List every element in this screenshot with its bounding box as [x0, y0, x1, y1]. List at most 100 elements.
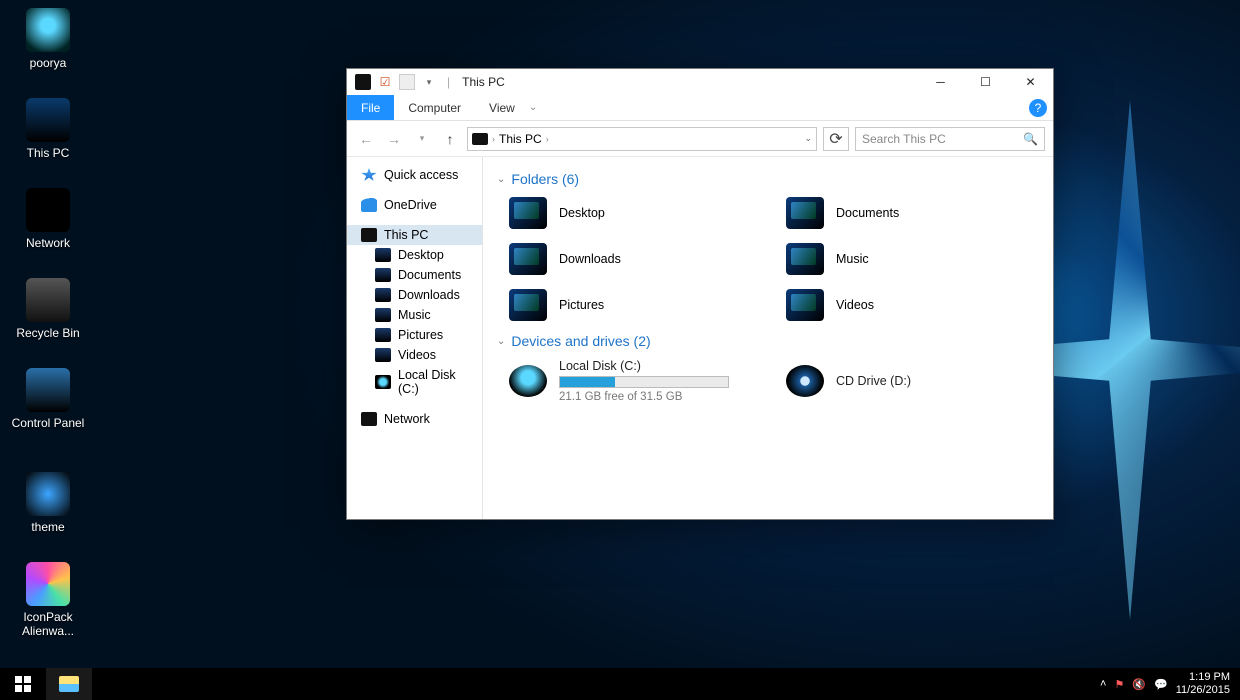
desktop-icon-label: This PC — [8, 146, 88, 160]
sidebar-item-quickaccess[interactable]: Quick access — [347, 165, 482, 185]
windows-icon — [15, 676, 31, 692]
qat-dropdown-icon[interactable]: ▾ — [421, 74, 437, 90]
back-button[interactable]: ← — [355, 128, 377, 150]
content-pane: ⌄ Folders (6) Desktop Documents Download… — [483, 157, 1053, 519]
desktop: poorya This PC Network Recycle Bin Contr… — [0, 0, 1240, 700]
sidebar-item-localdisk[interactable]: Local Disk (C:) — [347, 365, 482, 399]
cloud-icon — [361, 198, 377, 212]
minimize-button[interactable]: ─ — [918, 69, 963, 95]
pc-icon — [26, 98, 70, 142]
iconpack-icon — [26, 562, 70, 606]
cd-icon — [786, 365, 824, 397]
ribbon-expand-icon[interactable]: ⌄ — [529, 102, 537, 113]
drive-item-localdisk[interactable]: Local Disk (C:) 21.1 GB free of 31.5 GB — [505, 355, 762, 407]
search-placeholder: Search This PC — [862, 132, 946, 146]
tab-computer[interactable]: Computer — [394, 95, 475, 120]
network-icon — [361, 412, 377, 426]
search-icon: 🔍 — [1023, 132, 1038, 146]
sidebar-item-thispc[interactable]: This PC — [347, 225, 482, 245]
folder-icon — [375, 348, 391, 362]
newfolder-qat-icon[interactable] — [399, 74, 415, 90]
sidebar-item-pictures[interactable]: Pictures — [347, 325, 482, 345]
desktop-icon-iconpack[interactable]: IconPack Alienwa... — [8, 562, 88, 638]
folder-item-documents[interactable]: Documents — [782, 193, 1039, 233]
refresh-button[interactable]: ⟳ — [823, 127, 849, 151]
sidebar-item-onedrive[interactable]: OneDrive — [347, 195, 482, 215]
chevron-right-icon[interactable]: › — [492, 134, 495, 144]
sidebar-item-documents[interactable]: Documents — [347, 265, 482, 285]
sidebar-item-videos[interactable]: Videos — [347, 345, 482, 365]
tray-security-icon[interactable]: ⚑ — [1114, 678, 1124, 691]
titlebar[interactable]: ☑ ▾ | This PC ─ ☐ ✕ — [347, 69, 1053, 95]
section-header-folders[interactable]: ⌄ Folders (6) — [497, 171, 1039, 187]
desktop-icon-label: Network — [8, 236, 88, 250]
taskbar: ˄ ⚑ 🔇 💬 1:19 PM 11/26/2015 — [0, 668, 1240, 700]
folder-item-desktop[interactable]: Desktop — [505, 193, 762, 233]
nav-toolbar: ← → ▾ ↑ › This PC › ⌄ ⟳ Search This PC 🔍 — [347, 121, 1053, 157]
folder-icon — [375, 288, 391, 302]
sidebar-item-desktop[interactable]: Desktop — [347, 245, 482, 265]
tab-view[interactable]: View — [475, 95, 529, 120]
fileexplorer-icon — [59, 676, 79, 692]
folder-icon — [509, 197, 547, 229]
sidebar-item-downloads[interactable]: Downloads — [347, 285, 482, 305]
sidebar-item-music[interactable]: Music — [347, 305, 482, 325]
folder-icon — [786, 289, 824, 321]
up-button[interactable]: ↑ — [439, 128, 461, 150]
desktop-icon-label: theme — [8, 520, 88, 534]
controlpanel-icon — [26, 368, 70, 412]
folder-icon — [375, 308, 391, 322]
app-icon — [355, 74, 371, 90]
help-button[interactable]: ? — [1029, 99, 1047, 117]
breadcrumb-thispc[interactable]: This PC — [499, 132, 542, 146]
sidebar-item-network[interactable]: Network — [347, 409, 482, 429]
folder-icon — [786, 197, 824, 229]
history-dropdown[interactable]: ▾ — [411, 128, 433, 150]
folder-item-music[interactable]: Music — [782, 239, 1039, 279]
address-dropdown-icon[interactable]: ⌄ — [804, 133, 812, 144]
tray-overflow-icon[interactable]: ˄ — [1100, 678, 1106, 690]
tray-notifications-icon[interactable]: 💬 — [1154, 678, 1168, 691]
drive-free-text: 21.1 GB free of 31.5 GB — [559, 391, 729, 403]
storage-bar — [559, 376, 729, 388]
folder-item-downloads[interactable]: Downloads — [505, 239, 762, 279]
search-box[interactable]: Search This PC 🔍 — [855, 127, 1045, 151]
folder-item-videos[interactable]: Videos — [782, 285, 1039, 325]
section-header-drives[interactable]: ⌄ Devices and drives (2) — [497, 333, 1039, 349]
desktop-icon-label: IconPack Alienwa... — [8, 610, 88, 638]
pc-icon — [361, 228, 377, 242]
tray-volume-icon[interactable]: 🔇 — [1132, 678, 1146, 691]
folder-icon — [375, 328, 391, 342]
drive-name: Local Disk (C:) — [559, 359, 729, 373]
desktop-icon-label: Control Panel — [8, 416, 88, 430]
chevron-right-icon[interactable]: › — [546, 134, 549, 144]
maximize-button[interactable]: ☐ — [963, 69, 1008, 95]
forward-button[interactable]: → — [383, 128, 405, 150]
star-icon — [361, 168, 377, 182]
folder-item-pictures[interactable]: Pictures — [505, 285, 762, 325]
system-tray: ˄ ⚑ 🔇 💬 1:19 PM 11/26/2015 — [1090, 671, 1240, 697]
desktop-icon-recyclebin[interactable]: Recycle Bin — [8, 278, 88, 340]
desktop-icon-controlpanel[interactable]: Control Panel — [8, 368, 88, 430]
desktop-icon-network[interactable]: Network — [8, 188, 88, 250]
drive-item-cddrive[interactable]: CD Drive (D:) — [782, 355, 1039, 407]
explorer-window: ☑ ▾ | This PC ─ ☐ ✕ File Computer View ⌄… — [346, 68, 1054, 520]
close-button[interactable]: ✕ — [1008, 69, 1053, 95]
storage-bar-fill — [560, 377, 615, 387]
folder-icon — [375, 248, 391, 262]
folder-icon — [786, 243, 824, 275]
desktop-icon-label: Recycle Bin — [8, 326, 88, 340]
properties-qat-icon[interactable]: ☑ — [377, 74, 393, 90]
address-bar[interactable]: › This PC › ⌄ — [467, 127, 817, 151]
window-title: This PC — [462, 75, 505, 89]
ribbon-tabs: File Computer View ⌄ ? — [347, 95, 1053, 121]
start-button[interactable] — [0, 668, 46, 700]
taskbar-clock[interactable]: 1:19 PM 11/26/2015 — [1176, 671, 1230, 697]
disk-icon — [509, 365, 547, 397]
tab-file[interactable]: File — [347, 95, 394, 120]
desktop-icon-user[interactable]: poorya — [8, 8, 88, 70]
clock-date: 11/26/2015 — [1176, 684, 1230, 697]
taskbar-fileexplorer[interactable] — [46, 668, 92, 700]
desktop-icon-theme[interactable]: theme — [8, 472, 88, 534]
desktop-icon-thispc[interactable]: This PC — [8, 98, 88, 160]
